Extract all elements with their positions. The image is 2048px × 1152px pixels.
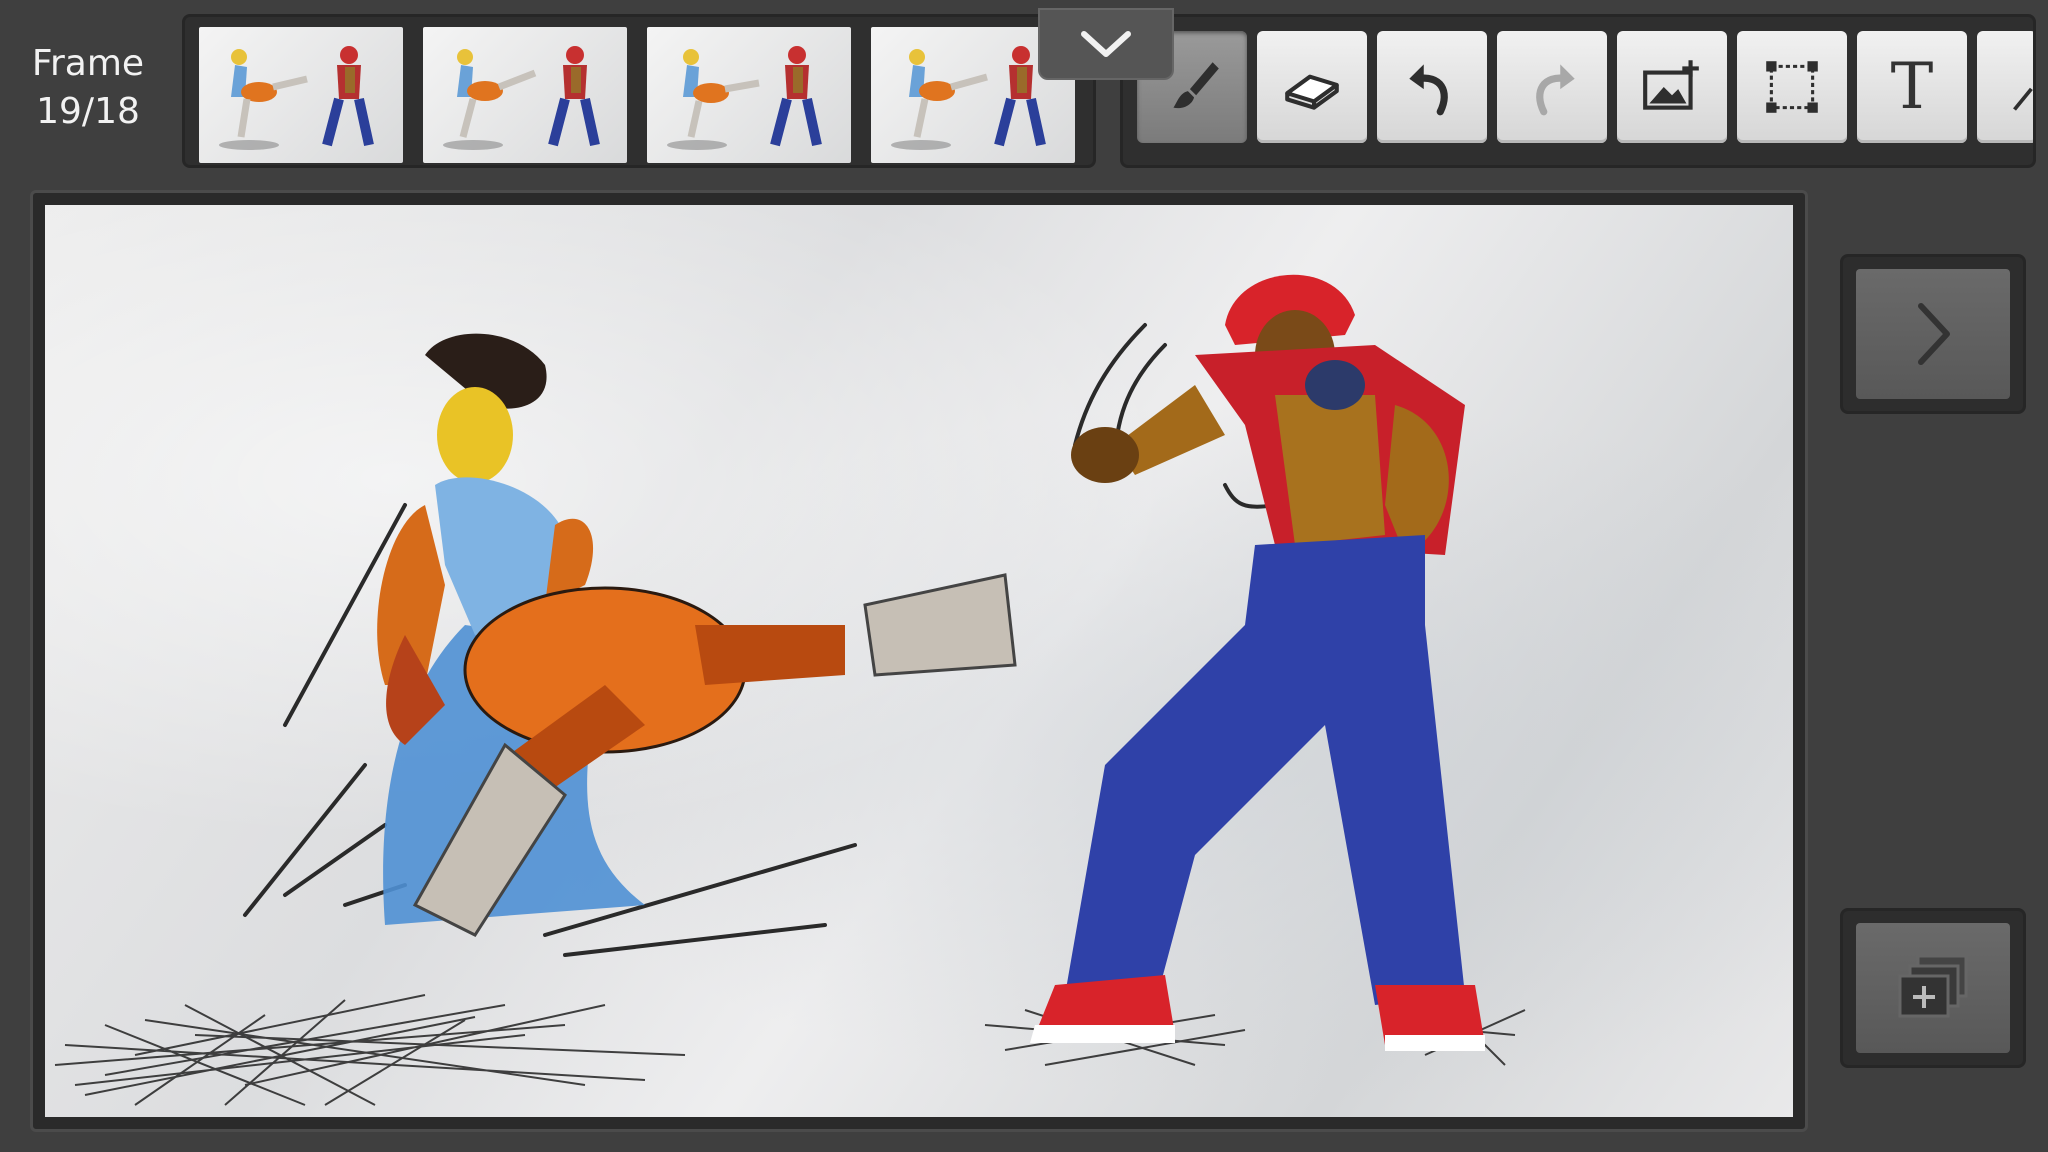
frame-thumbnail-3[interactable] (647, 27, 851, 163)
boxer-fighter-figure (1030, 274, 1485, 1051)
undo-icon (1409, 64, 1448, 116)
frame-thumbnail-1[interactable] (199, 27, 403, 163)
selection-tool-button[interactable] (1737, 31, 1847, 143)
ground-scribble-left (54, 994, 686, 1106)
next-frame-button-face (1856, 269, 2010, 399)
add-layer-button[interactable] (1840, 908, 2026, 1068)
text-tool-button[interactable]: T (1857, 31, 1967, 143)
redo-button[interactable] (1497, 31, 1607, 143)
redo-icon (1536, 64, 1575, 116)
add-layer-button-face (1856, 923, 2010, 1053)
frame-thumbnail-2[interactable] (423, 27, 627, 163)
drawing-canvas[interactable] (45, 205, 1793, 1117)
undo-button[interactable] (1377, 31, 1487, 143)
kicking-fighter-figure (377, 333, 1017, 937)
frame-label: Frame (31, 43, 145, 84)
text-icon: T (1890, 50, 1934, 124)
add-image-button[interactable] (1617, 31, 1727, 143)
eraser-tool-button[interactable] (1257, 31, 1367, 143)
frame-position: 19/18 (36, 91, 140, 132)
chevron-down-icon (1081, 31, 1131, 57)
pen-icon (2013, 87, 2033, 111)
pen-tool-button[interactable] (1977, 31, 2033, 143)
selection-icon (1766, 61, 1818, 113)
frame-thumbnail-strip[interactable] (182, 14, 1096, 168)
thumbnail-drawing (443, 46, 600, 150)
thumbnail-drawing (667, 46, 822, 150)
drawing-canvas-frame (30, 190, 1808, 1132)
add-image-icon (1643, 60, 1699, 110)
tool-palette: T (1120, 14, 2036, 168)
canvas-artwork (54, 274, 1526, 1106)
frame-counter: Frame 19/18 (18, 40, 158, 136)
expand-panel-button[interactable] (1038, 8, 1174, 80)
next-frame-button[interactable] (1840, 254, 2026, 414)
eraser-icon (1285, 74, 1339, 110)
thumbnail-drawing (219, 46, 374, 150)
add-layer-icon (1898, 954, 1968, 1018)
chevron-right-icon (1918, 303, 1950, 365)
